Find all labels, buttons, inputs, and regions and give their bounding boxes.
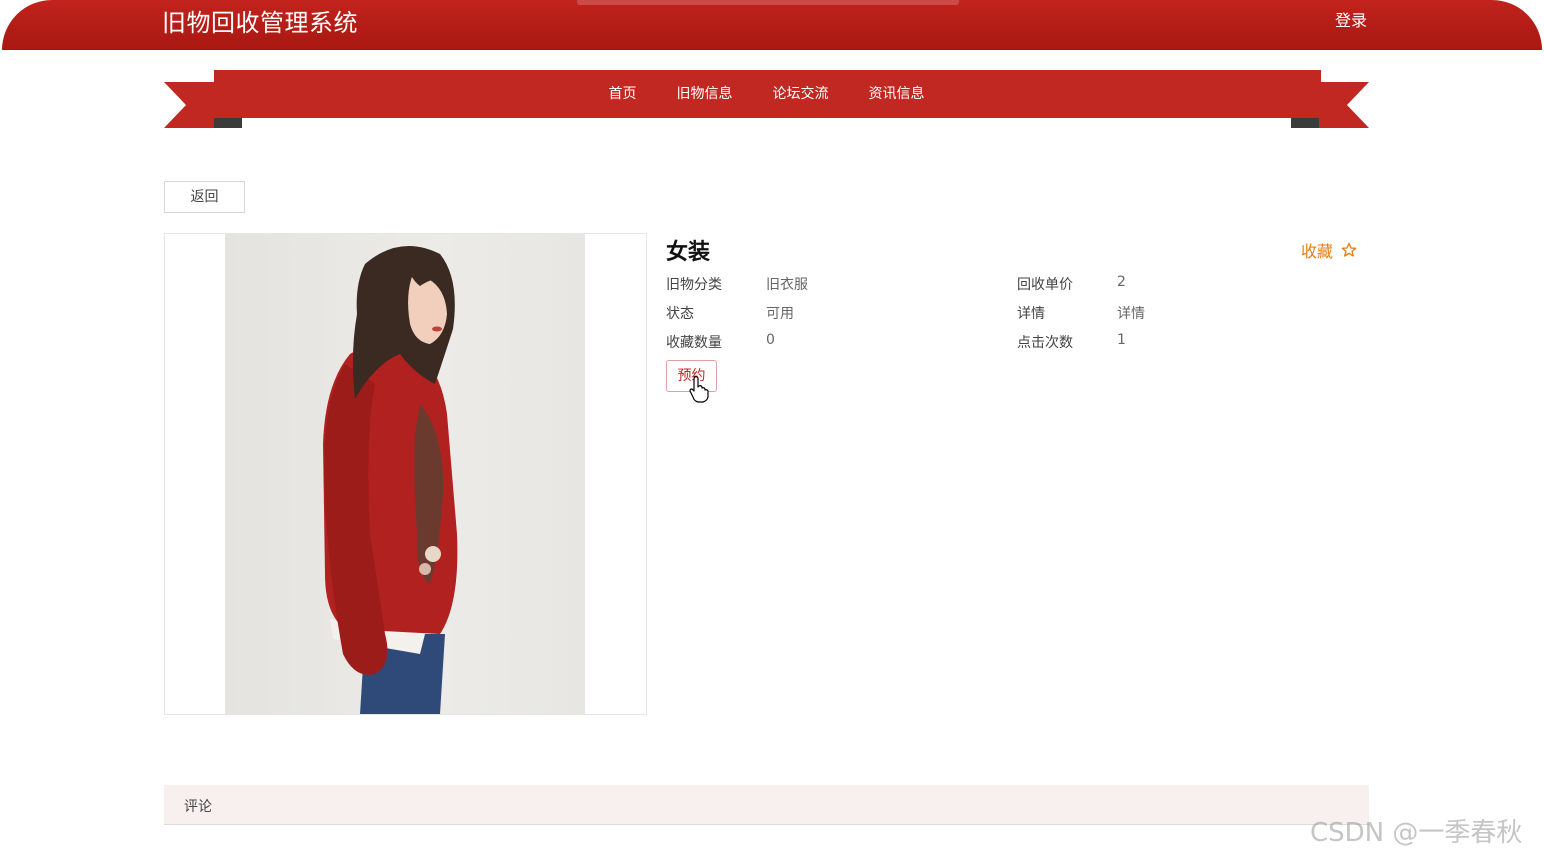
field-value-status: 可用 [766,306,794,322]
product-image-frame [164,233,647,715]
nav-home[interactable]: 首页 [609,83,637,118]
watermark: CSDN @一季春秋 [1310,818,1523,848]
reserve-button[interactable]: 预约 [666,360,717,392]
field-value-price: 2 [1117,274,1126,290]
favorite-label: 收藏 [1301,242,1334,261]
nav-ribbon: 首页 旧物信息 论坛交流 资讯信息 [164,70,1369,130]
item-title: 女装 [666,240,711,265]
field-value-clicks: 1 [1117,332,1126,348]
field-label-fav-count: 收藏数量 [666,335,722,351]
field-label-detail: 详情 [1017,306,1045,322]
field-label-status: 状态 [666,306,694,322]
favorite-button[interactable]: 收藏 [1301,238,1357,262]
login-link[interactable]: 登录 [1335,7,1367,31]
star-outline-icon [1341,242,1357,257]
field-value-detail: 详情 [1117,306,1145,322]
model-illustration [323,246,458,714]
field-value-category: 旧衣服 [766,277,808,293]
comments-label: 评论 [184,799,212,815]
site-title: 旧物回收管理系统 [162,9,358,37]
main-nav: 首页 旧物信息 论坛交流 资讯信息 [164,70,1369,118]
nav-news[interactable]: 资讯信息 [869,83,925,118]
nav-items-info[interactable]: 旧物信息 [677,83,733,118]
comments-header: 评论 [164,785,1369,825]
field-value-fav-count: 0 [766,332,775,348]
nav-forum[interactable]: 论坛交流 [773,83,829,118]
back-button[interactable]: 返回 [164,181,245,213]
field-label-clicks: 点击次数 [1017,335,1073,351]
header-search-stub [577,0,959,5]
product-image [225,234,585,714]
field-label-price: 回收单价 [1017,277,1073,293]
field-label-category: 旧物分类 [666,277,722,293]
